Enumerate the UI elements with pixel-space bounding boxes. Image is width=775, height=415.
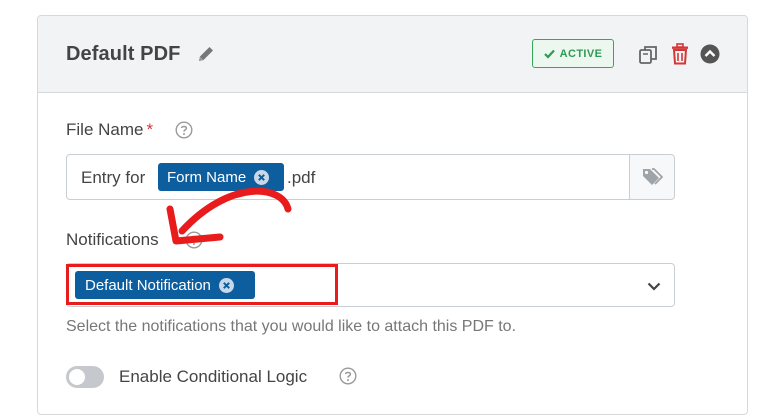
chevron-up-circle-icon[interactable]	[700, 44, 720, 64]
file-name-prefix: Entry for	[81, 168, 146, 187]
notifications-help-text: Select the notifications that you would …	[66, 318, 517, 335]
duplicate-icon[interactable]	[637, 44, 659, 66]
file-name-input[interactable]: Entry for Form Name .pdf	[66, 154, 675, 200]
status-badge[interactable]: ACTIVE	[532, 39, 614, 68]
tags-icon	[643, 168, 663, 185]
conditional-logic-label: Enable Conditional Logic	[119, 367, 308, 386]
file-name-label: File Name *	[66, 120, 154, 139]
checkmark-icon	[543, 49, 555, 59]
annotation-arrow-icon	[166, 187, 292, 245]
chevron-down-icon[interactable]	[646, 278, 662, 294]
panel-header: Default PDF ACTIVE	[38, 16, 747, 93]
status-label: ACTIVE	[559, 47, 603, 60]
trash-icon[interactable]	[670, 43, 690, 65]
notifications-label: Notifications	[66, 230, 159, 249]
panel-title: Default PDF	[66, 43, 181, 65]
required-mark: *	[146, 120, 154, 139]
conditional-logic-toggle[interactable]	[66, 366, 104, 388]
smart-tags-button[interactable]	[629, 155, 674, 199]
annotation-highlight-box	[66, 264, 338, 305]
pencil-icon[interactable]	[195, 43, 217, 65]
conditional-logic-help-icon[interactable]	[339, 367, 357, 385]
pdf-settings-panel: Default PDF ACTIVE File Name * Entry for…	[37, 15, 748, 415]
help-icon[interactable]	[175, 121, 193, 139]
